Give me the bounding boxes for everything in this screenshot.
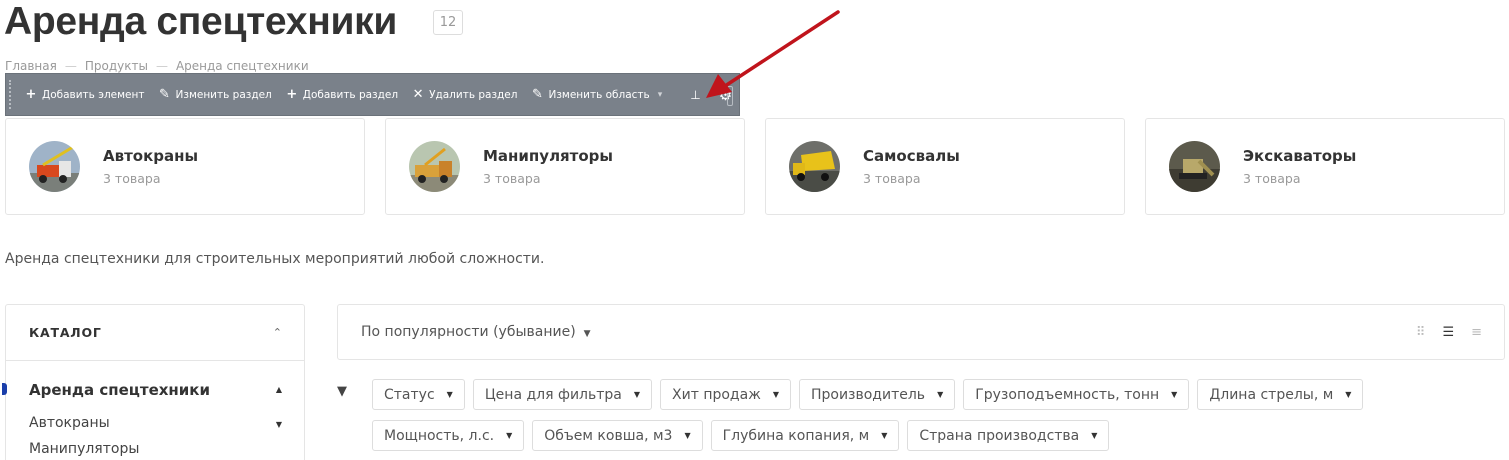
filter-bestseller[interactable]: Хит продаж ▼ xyxy=(660,379,791,410)
sort-dropdown[interactable]: По популярности (убывание) ▼ xyxy=(361,324,591,340)
breadcrumb-products[interactable]: Продукты xyxy=(85,59,148,73)
list-view-icon[interactable]: ☰ xyxy=(1442,325,1454,340)
dump-truck-image xyxy=(789,141,840,192)
plus-icon: + xyxy=(25,87,37,102)
plus-icon: + xyxy=(286,87,298,102)
category-count: 3 товара xyxy=(103,171,161,186)
crane-truck-image xyxy=(29,141,80,192)
edit-section-button[interactable]: ✎ Изменить раздел xyxy=(152,74,279,115)
active-marker xyxy=(2,383,7,395)
close-icon: ✕ xyxy=(412,87,424,102)
category-count: 3 товара xyxy=(1243,171,1301,186)
delete-section-button[interactable]: ✕ Удалить раздел xyxy=(405,74,524,115)
chevron-down-icon: ▾ xyxy=(657,89,663,100)
caret-up-icon[interactable]: ▲ xyxy=(276,385,282,394)
manipulator-truck-image xyxy=(409,141,460,192)
filter-icon: ▼ xyxy=(337,384,347,399)
breadcrumb: Главная — Продукты — Аренда спецтехники xyxy=(5,59,309,73)
pencil-icon: ✎ xyxy=(532,87,543,102)
caret-down-icon: ▼ xyxy=(633,390,641,399)
filter-label: Хит продаж xyxy=(672,386,761,403)
filter-dig-depth[interactable]: Глубина копания, м ▼ xyxy=(710,420,900,451)
catalog-title: КАТАЛОГ xyxy=(29,325,102,340)
sort-bar: По популярности (убывание) ▼ ⠿ ☰ ≡ xyxy=(337,304,1505,360)
caret-down-icon: ▼ xyxy=(684,431,691,440)
admin-toolbar: + Добавить элемент ✎ Изменить раздел + Д… xyxy=(5,73,740,116)
filter-bucket-volume[interactable]: Объем ковша, м3 ▼ xyxy=(532,420,703,451)
breadcrumb-current: Аренда спецтехники xyxy=(175,59,309,73)
sidebar-item-autocranes[interactable]: Автокраны xyxy=(29,415,110,431)
filter-label: Производитель xyxy=(810,386,926,403)
filter-label: Объем ковша, м3 xyxy=(544,427,673,444)
toolbar-drag-handle[interactable] xyxy=(9,80,13,109)
section-description: Аренда спецтехники для строительных меро… xyxy=(5,251,545,267)
add-element-label: Добавить элемент xyxy=(42,88,145,101)
category-cards: Автокраны 3 товара Манипуляторы 3 товара xyxy=(5,118,1505,215)
category-count: 3 товара xyxy=(483,171,541,186)
product-count-badge: 12 xyxy=(433,10,463,35)
caret-down-icon: ▼ xyxy=(1345,390,1352,399)
category-name: Манипуляторы xyxy=(483,147,613,165)
filter-label: Мощность, л.с. xyxy=(384,427,495,444)
edit-area-label: Изменить область xyxy=(548,88,650,101)
pencil-icon: ✎ xyxy=(159,87,170,102)
chevron-up-icon[interactable]: ⌃ xyxy=(273,326,282,339)
breadcrumb-separator: — xyxy=(155,59,168,73)
filter-label: Грузоподъемность, тонн xyxy=(975,386,1160,403)
add-element-button[interactable]: + Добавить элемент xyxy=(18,74,152,115)
view-switcher: ⠿ ☰ ≡ xyxy=(1416,325,1482,340)
catalog-header[interactable]: КАТАЛОГ ⌃ xyxy=(6,305,304,361)
filter-power[interactable]: Мощность, л.с. ▼ xyxy=(372,420,525,451)
category-name: Экскаваторы xyxy=(1243,147,1357,165)
filter-label: Глубина копания, м xyxy=(722,427,870,444)
category-card-autocranes[interactable]: Автокраны 3 товара xyxy=(5,118,365,215)
filter-capacity[interactable]: Грузоподъемность, тонн ▼ xyxy=(963,379,1190,410)
category-name: Автокраны xyxy=(103,147,199,165)
filter-chips: Статус ▼ Цена для фильтра ▼ Хит продаж ▼ Пр… xyxy=(372,379,1482,451)
filter-country[interactable]: Страна производства ▼ xyxy=(907,420,1110,451)
filter-label: Длина стрелы, м xyxy=(1209,386,1334,403)
filter-boom-length[interactable]: Длина стрелы, м ▼ xyxy=(1197,379,1364,410)
filter-label: Страна производства xyxy=(919,427,1080,444)
breadcrumb-home[interactable]: Главная xyxy=(5,59,57,73)
caret-down-icon: ▼ xyxy=(1171,390,1178,399)
excavator-image xyxy=(1169,141,1220,192)
page-title: Аренда спецтехники xyxy=(4,0,398,43)
filter-label: Статус xyxy=(384,386,435,403)
caret-down-icon[interactable]: ▼ xyxy=(276,420,282,429)
caret-down-icon: ▼ xyxy=(583,329,591,339)
category-count: 3 товара xyxy=(863,171,921,186)
sidebar-item-manipulators[interactable]: Манипуляторы xyxy=(29,441,139,457)
sort-label: По популярности (убывание) xyxy=(361,324,576,340)
compact-view-icon[interactable]: ≡ xyxy=(1471,325,1482,340)
delete-section-label: Удалить раздел xyxy=(429,88,518,101)
caret-down-icon: ▼ xyxy=(1091,431,1098,440)
filter-price[interactable]: Цена для фильтра ▼ xyxy=(472,379,653,410)
filter-status[interactable]: Статус ▼ xyxy=(372,379,465,410)
sidebar-item-active[interactable]: Аренда спецтехники xyxy=(29,381,210,399)
add-section-button[interactable]: + Добавить раздел xyxy=(279,74,405,115)
caret-down-icon: ▼ xyxy=(506,431,513,440)
breadcrumb-separator: — xyxy=(64,59,77,73)
annotation-arrow xyxy=(706,10,840,98)
category-card-manipulators[interactable]: Манипуляторы 3 товара xyxy=(385,118,745,215)
caret-down-icon: ▼ xyxy=(937,390,944,399)
category-card-excavators[interactable]: Экскаваторы 3 товара xyxy=(1145,118,1505,215)
catalog-sidebar: КАТАЛОГ ⌃ Аренда спецтехники ▲ Автокраны… xyxy=(2,304,305,460)
filter-label: Цена для фильтра xyxy=(484,386,622,403)
caret-down-icon: ▼ xyxy=(881,431,888,440)
edit-area-button[interactable]: ✎ Изменить область ▾ xyxy=(524,74,669,115)
filter-manufacturer[interactable]: Производитель ▼ xyxy=(798,379,956,410)
caret-down-icon: ▼ xyxy=(772,390,779,399)
grid-view-icon[interactable]: ⠿ xyxy=(1416,325,1426,340)
add-section-label: Добавить раздел xyxy=(302,88,399,101)
caret-down-icon: ▼ xyxy=(446,390,453,399)
category-card-dump-trucks[interactable]: Самосвалы 3 товара xyxy=(765,118,1125,215)
category-name: Самосвалы xyxy=(863,147,960,165)
edit-section-label: Изменить раздел xyxy=(175,88,272,101)
